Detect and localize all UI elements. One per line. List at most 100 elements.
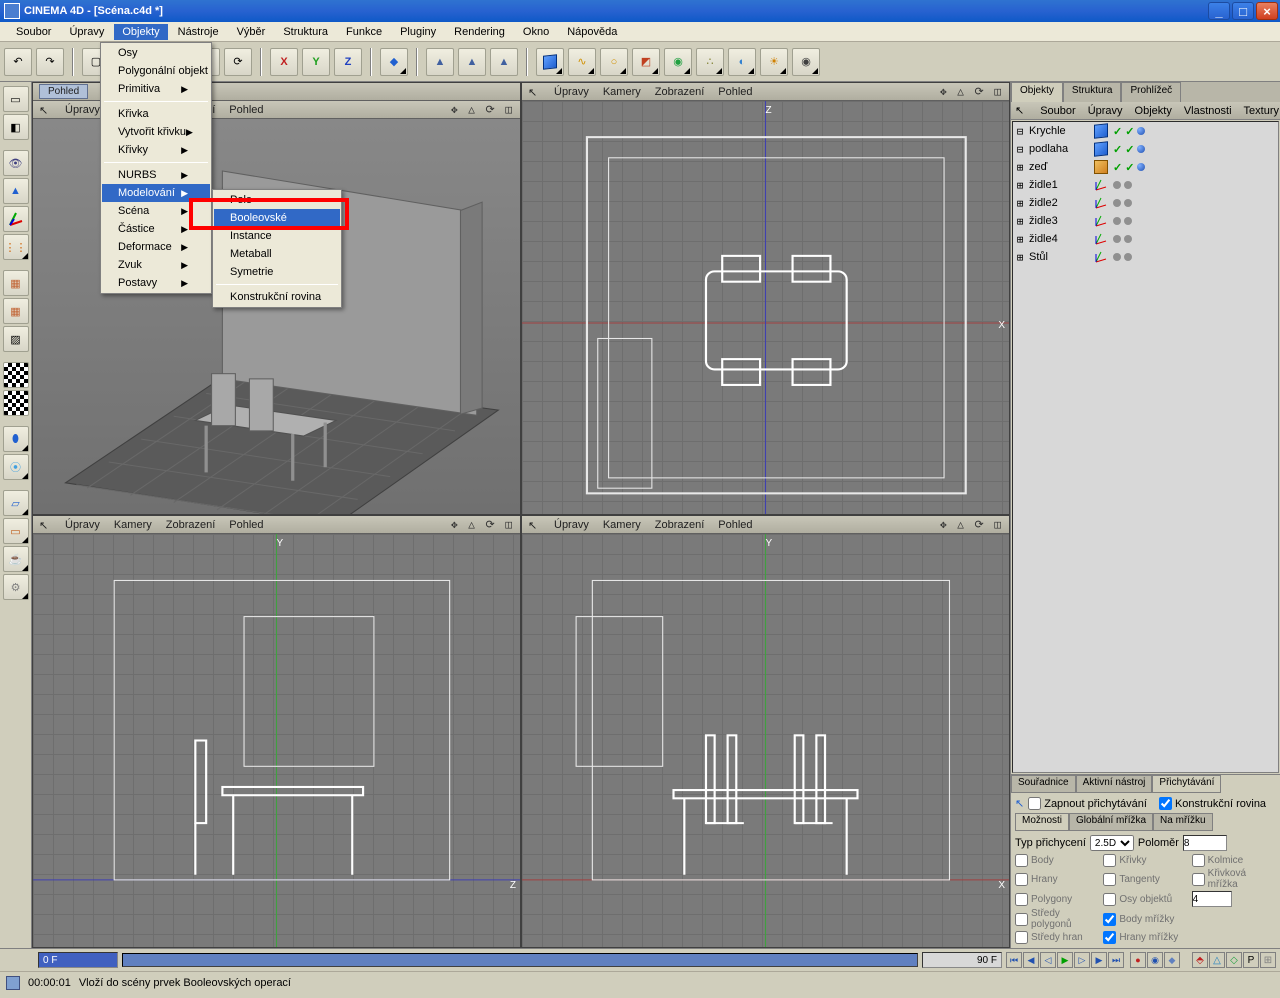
- object-row-zeď[interactable]: ⊞zeď: [1013, 158, 1278, 176]
- rp-menu-objekty[interactable]: Objekty: [1135, 105, 1172, 117]
- rp-menu-vlastnosti[interactable]: Vlastnosti: [1184, 105, 1232, 117]
- vp-menu-disp[interactable]: Zobrazení: [655, 519, 705, 531]
- primitive-button[interactable]: [536, 48, 564, 76]
- snap-check-křivky[interactable]: Křivky: [1103, 854, 1179, 867]
- close-button[interactable]: ×: [1256, 2, 1278, 20]
- checker1[interactable]: [3, 362, 29, 388]
- menu-item-booleovské[interactable]: Booleovské: [214, 209, 340, 227]
- vp-menu-edit[interactable]: Úpravy: [554, 519, 589, 531]
- edge-mode[interactable]: ▦: [3, 270, 29, 296]
- snap-tab-globální-mřížka[interactable]: Globální mřížka: [1069, 813, 1153, 831]
- z-axis-lock[interactable]: Z: [334, 48, 362, 76]
- menu-funkce[interactable]: Funkce: [338, 24, 390, 40]
- snap-check-polygony[interactable]: Polygony: [1015, 891, 1091, 907]
- vp-menu-view[interactable]: Pohled: [229, 519, 263, 531]
- object-row-židle4[interactable]: ⊞židle4: [1013, 230, 1278, 248]
- vp-canvas-side[interactable]: Y X: [522, 534, 1009, 947]
- menu-item-pole[interactable]: Pole: [214, 191, 340, 209]
- vp-nav-controls[interactable]: ✥ △ ⟳ ◫: [451, 103, 514, 116]
- cup-tool[interactable]: ☕: [3, 546, 29, 572]
- menu-item-instance[interactable]: Instance: [214, 227, 340, 245]
- menu-item-vytvořit-křivku[interactable]: Vytvořit křivku▶: [102, 123, 210, 141]
- rp-menu-textury[interactable]: Textury: [1244, 105, 1279, 117]
- redo-button[interactable]: ↷: [36, 48, 64, 76]
- vp-menu-view[interactable]: Pohled: [718, 519, 752, 531]
- render-region[interactable]: ▲: [458, 48, 486, 76]
- goto-end-button[interactable]: ⏭: [1108, 952, 1124, 968]
- menu-item-polygonální-objekt[interactable]: Polygonální objekt: [102, 62, 210, 80]
- menu-item-scéna[interactable]: Scéna▶: [102, 202, 210, 220]
- modeling-button[interactable]: ◩: [632, 48, 660, 76]
- viewport-front[interactable]: ↖ Úpravy Kamery Zobrazení Pohled ✥ △ ⟳ ◫: [32, 515, 521, 948]
- attr-tab-souřadnice[interactable]: Souřadnice: [1011, 775, 1076, 793]
- key-rot-icon[interactable]: ◇: [1226, 952, 1242, 968]
- snap-check-body[interactable]: Body: [1015, 854, 1091, 867]
- vp-menu-cam[interactable]: Kamery: [603, 519, 641, 531]
- modeling-submenu[interactable]: PoleBooleovskéInstanceMetaballSymetrieKo…: [212, 189, 342, 308]
- vp-menu-disp[interactable]: Zobrazení: [166, 519, 216, 531]
- particle-button[interactable]: ∴: [696, 48, 724, 76]
- menu-item-symetrie[interactable]: Symetrie: [214, 263, 340, 281]
- undo-button[interactable]: ↶: [4, 48, 32, 76]
- attr-tab-aktivní-nástroj[interactable]: Aktivní nástroj: [1076, 775, 1153, 793]
- tl-track[interactable]: [122, 953, 918, 967]
- autokey-button[interactable]: ◉: [1147, 952, 1163, 968]
- menu-objekty[interactable]: Objekty: [114, 24, 167, 40]
- x-axis-lock[interactable]: X: [270, 48, 298, 76]
- menu-nástroje[interactable]: Nástroje: [170, 24, 227, 40]
- menu-výběr[interactable]: Výběr: [229, 24, 274, 40]
- object-row-podlaha[interactable]: ⊟podlaha: [1013, 140, 1278, 158]
- goto-start-button[interactable]: ⏮: [1006, 952, 1022, 968]
- objects-dropdown[interactable]: OsyPolygonální objektPrimitiva▶KřivkaVyt…: [100, 42, 212, 294]
- object-row-stůl[interactable]: ⊞Stůl: [1013, 248, 1278, 266]
- model-mode[interactable]: ▭: [3, 86, 29, 112]
- rp-menu-soubor[interactable]: Soubor: [1040, 105, 1075, 117]
- rp-menu-úpravy[interactable]: Úpravy: [1088, 105, 1123, 117]
- menu-item-primitiva[interactable]: Primitiva▶: [102, 80, 210, 98]
- object-row-židle3[interactable]: ⊞židle3: [1013, 212, 1278, 230]
- prev-frame-button[interactable]: ◁: [1040, 952, 1056, 968]
- menu-struktura[interactable]: Struktura: [275, 24, 336, 40]
- tl-end-frame[interactable]: 90 F: [922, 952, 1002, 968]
- vp-canvas-front[interactable]: Y Z: [33, 534, 520, 947]
- key-options-button[interactable]: ◆: [1164, 952, 1180, 968]
- snap-check-4[interactable]: [1192, 891, 1268, 907]
- menu-item-částice[interactable]: Částice▶: [102, 220, 210, 238]
- next-frame-button[interactable]: ▷: [1074, 952, 1090, 968]
- tl-current-frame[interactable]: 0 F: [38, 952, 118, 968]
- menu-rendering[interactable]: Rendering: [446, 24, 513, 40]
- camera-mode[interactable]: 👁: [3, 150, 29, 176]
- play-button[interactable]: ▶: [1057, 952, 1073, 968]
- y-axis-lock[interactable]: Y: [302, 48, 330, 76]
- menu-soubor[interactable]: Soubor: [8, 24, 59, 40]
- snap-tab-možnosti[interactable]: Možnosti: [1015, 813, 1069, 831]
- menu-okno[interactable]: Okno: [515, 24, 557, 40]
- wood-tool[interactable]: ▭: [3, 518, 29, 544]
- rotate-tool[interactable]: ⟳: [224, 48, 252, 76]
- snap-check-kolmice[interactable]: Kolmice: [1192, 854, 1268, 867]
- minimize-button[interactable]: _: [1208, 2, 1230, 20]
- snap-check-křivková-mřížka[interactable]: Křivková mřížka: [1192, 868, 1268, 890]
- bones-tool[interactable]: ⦿: [3, 454, 29, 480]
- gears-tool[interactable]: ⚙: [3, 574, 29, 600]
- key-pos-icon[interactable]: ⬘: [1192, 952, 1208, 968]
- vp-menu-edit[interactable]: Úpravy: [65, 519, 100, 531]
- vp-nav-controls[interactable]: ✥ △ ⟳ ◫: [940, 518, 1003, 531]
- snap-radius-input[interactable]: [1183, 835, 1227, 851]
- snap-tab-na-mřížku[interactable]: Na mřížku: [1153, 813, 1213, 831]
- vp-canvas-top[interactable]: Z X: [522, 101, 1009, 514]
- rp-tab-objekty[interactable]: Objekty: [1011, 82, 1063, 102]
- vp-nav-controls[interactable]: ✥ △ ⟳ ◫: [451, 518, 514, 531]
- object-row-židle2[interactable]: ⊞židle2: [1013, 194, 1278, 212]
- snap-plane-checkbox[interactable]: Konstrukční rovina: [1159, 797, 1266, 810]
- snap-check-body-mřížky[interactable]: Body mřížky: [1103, 908, 1179, 930]
- viewport-side[interactable]: ↖ Úpravy Kamery Zobrazení Pohled ✥ △ ⟳ ◫: [521, 515, 1010, 948]
- box-tool[interactable]: ▱: [3, 490, 29, 516]
- vp-nav-controls[interactable]: ✥ △ ⟳ ◫: [940, 85, 1003, 98]
- poly-mode[interactable]: ▦: [3, 298, 29, 324]
- vp-tab[interactable]: Pohled: [39, 84, 88, 99]
- magnet-tool[interactable]: ⬮: [3, 426, 29, 452]
- next-key-button[interactable]: ▶: [1091, 952, 1107, 968]
- prev-key-button[interactable]: ◀: [1023, 952, 1039, 968]
- menu-item-metaball[interactable]: Metaball: [214, 245, 340, 263]
